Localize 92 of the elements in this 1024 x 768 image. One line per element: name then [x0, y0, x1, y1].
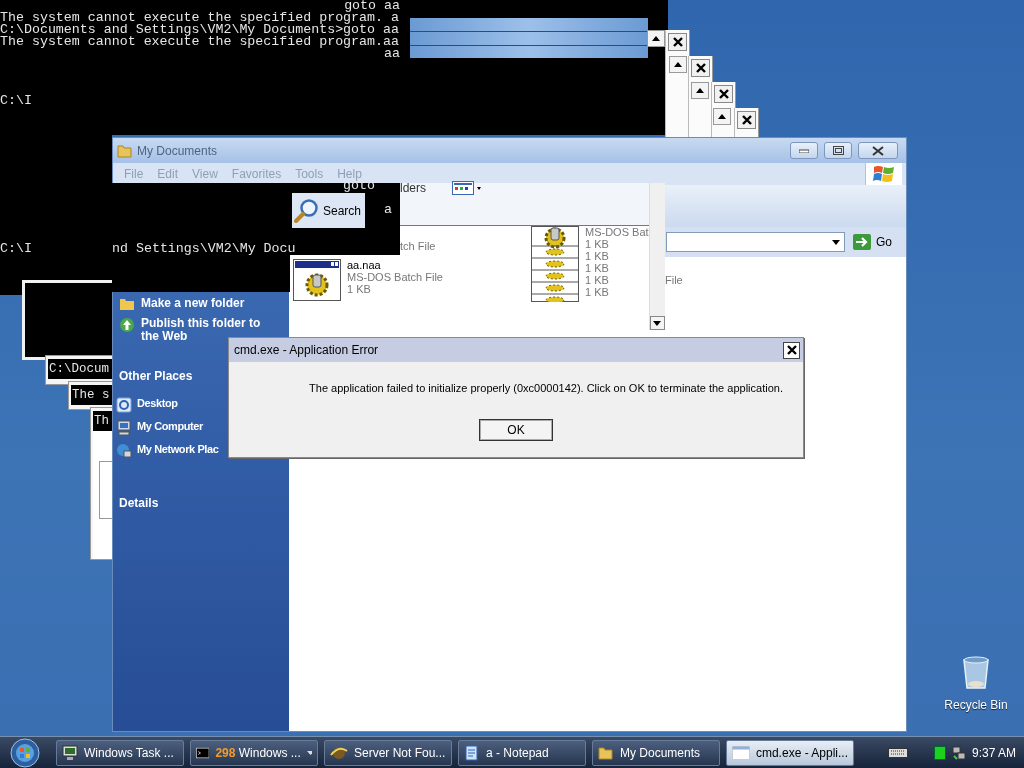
place-link[interactable]: Desktop	[137, 397, 178, 410]
error-message: The application failed to initialize properly (0xc0000142). Click on OK to terminate the application.	[309, 382, 783, 394]
close-icon	[786, 345, 797, 355]
console-text: C:\I	[0, 93, 32, 108]
batch-file-stack-drawing[interactable]	[531, 226, 579, 302]
close-icon	[741, 115, 752, 125]
right-arrow-icon	[853, 234, 871, 250]
console-text: nd Settings\VM2\My Docu	[112, 243, 296, 255]
place-link[interactable]: My Computer	[137, 420, 203, 433]
task-link[interactable]: Make a new folder	[141, 297, 245, 310]
file-name[interactable]: aa.naa	[347, 259, 443, 271]
close-button[interactable]	[737, 111, 756, 129]
status-square-icon[interactable]	[933, 745, 946, 760]
taskbar-button[interactable]: Windows Task ...	[56, 739, 184, 766]
console-text: Th	[94, 415, 109, 427]
folder-icon	[117, 142, 133, 159]
toolbar-text: lders	[400, 181, 426, 195]
dialog-title: cmd.exe - Application Error	[234, 343, 380, 357]
dropdown-arrow-icon	[832, 239, 840, 245]
file-size-text: 1 KB	[585, 250, 610, 262]
up-arrow-icon	[696, 88, 704, 93]
close-button[interactable]	[714, 85, 733, 103]
file-size-text: 1 KB	[585, 286, 610, 298]
maximize-button[interactable]	[824, 142, 852, 159]
desktop-icon	[116, 397, 132, 413]
close-icon	[695, 63, 706, 73]
up-arrow-icon	[674, 62, 682, 67]
place-link[interactable]: My Network Plac	[137, 443, 219, 456]
folder-icon	[598, 744, 614, 761]
task-link[interactable]: Publish this folder to the Web	[141, 317, 281, 343]
folder-icon	[119, 297, 135, 311]
start-orb-icon	[10, 737, 40, 768]
file-size-text: 1 KB	[585, 238, 610, 250]
close-icon	[718, 89, 729, 99]
keyboard-icon[interactable]	[887, 747, 908, 758]
scroll-up-button[interactable]	[647, 30, 665, 47]
desktop-icon-label[interactable]: Recycle Bin	[944, 698, 1008, 712]
restore-icon	[832, 146, 844, 155]
file-size-text: 1 KB	[585, 262, 610, 274]
close-button[interactable]	[783, 341, 800, 359]
address-field[interactable]	[666, 232, 845, 252]
computer-icon	[116, 420, 132, 436]
view-icon[interactable]	[452, 181, 482, 195]
console-text: goto aa	[344, 0, 400, 13]
window-icon	[732, 745, 750, 760]
section-heading: Other Places	[119, 369, 194, 383]
clock[interactable]: 9:37 AM	[971, 745, 1016, 760]
taskbar-button[interactable]: My Documents	[592, 739, 720, 766]
console-icon	[196, 745, 210, 760]
up-arrow-icon	[718, 114, 726, 119]
taskbar-button[interactable]: a - Notepad	[458, 739, 586, 766]
go-button[interactable]: Go	[849, 234, 896, 250]
down-arrow-icon	[653, 320, 662, 326]
file-type-text: MS-DOS Bat	[585, 226, 649, 238]
taskbar-button[interactable]: cmd.exe - Appli...	[726, 739, 854, 766]
close-button[interactable]	[858, 142, 898, 159]
search-button[interactable]: Search	[292, 193, 365, 228]
caret-icon	[306, 750, 312, 755]
file-size-text: 1 KB	[585, 274, 610, 286]
minimize-icon	[799, 148, 809, 153]
section-heading: Details	[119, 496, 160, 510]
network-icon[interactable]	[951, 745, 966, 760]
file-type-text: MS-DOS Batch File	[347, 271, 443, 283]
file-type-text: File	[665, 274, 683, 286]
file-type-text: tch File	[400, 240, 437, 252]
scroll-up-button[interactable]	[691, 82, 709, 99]
up-arrow-icon	[652, 36, 660, 41]
network-icon	[116, 443, 132, 459]
close-icon	[872, 145, 884, 156]
taskbar-button[interactable]: Server Not Fou...	[324, 739, 452, 766]
console-text: C:\I	[0, 243, 32, 255]
ok-button[interactable]: OK	[479, 419, 553, 441]
monitor-icon	[62, 744, 78, 761]
console-text: C:\Docum	[49, 363, 109, 375]
batch-file-icon[interactable]	[293, 259, 341, 301]
search-icon	[294, 197, 320, 224]
file-size-text: 1 KB	[347, 283, 372, 295]
close-button[interactable]	[691, 59, 710, 77]
window-title: My Documents	[137, 143, 218, 158]
scroll-up-button[interactable]	[713, 108, 731, 125]
console-text: The s	[72, 389, 110, 401]
console-text: aa	[384, 46, 400, 61]
console-text: a	[384, 204, 392, 216]
minimize-button[interactable]	[790, 142, 818, 159]
close-icon	[672, 37, 683, 47]
notepad-icon	[464, 744, 480, 761]
scroll-up-button[interactable]	[669, 56, 687, 73]
windows-logo-icon	[873, 164, 895, 184]
close-button[interactable]	[668, 33, 687, 51]
scroll-down-button[interactable]	[649, 316, 665, 330]
taskbar-button[interactable]: 298 Windows ...	[190, 739, 318, 766]
trash-bin-icon[interactable]	[961, 656, 991, 690]
